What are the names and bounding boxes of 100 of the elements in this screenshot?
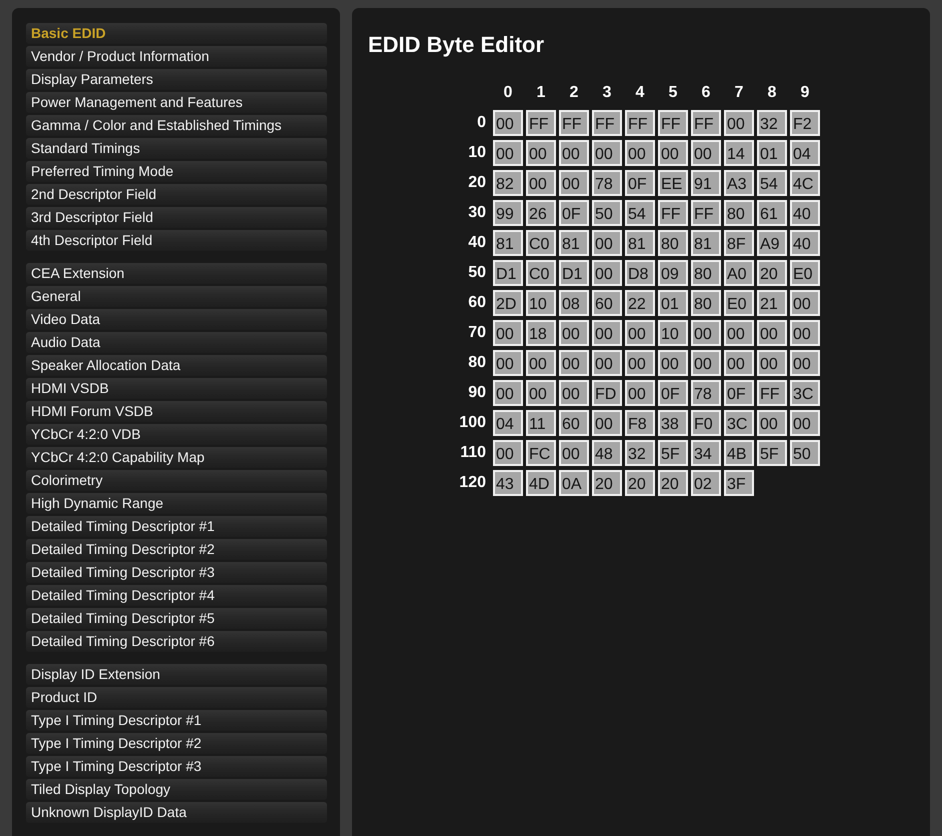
byte-field[interactable]: D1 — [493, 260, 523, 286]
byte-field[interactable]: 32 — [625, 440, 655, 466]
byte-field[interactable]: 18 — [526, 320, 556, 346]
sidebar-item[interactable]: YCbCr 4:2:0 VDB — [26, 424, 327, 445]
sidebar-item[interactable]: High Dynamic Range — [26, 493, 327, 514]
sidebar-item[interactable]: Detailed Timing Descriptor #1 — [26, 516, 327, 537]
byte-field[interactable]: 61 — [757, 200, 787, 226]
byte-field[interactable]: 01 — [658, 290, 688, 316]
sidebar-item[interactable]: Detailed Timing Descriptor #5 — [26, 608, 327, 629]
byte-field[interactable]: 0F — [559, 200, 589, 226]
byte-field[interactable]: 20 — [625, 470, 655, 496]
sidebar-item[interactable]: General — [26, 286, 327, 307]
byte-field[interactable]: 00 — [757, 410, 787, 436]
byte-field[interactable]: 00 — [658, 140, 688, 166]
byte-field[interactable]: 00 — [592, 410, 622, 436]
byte-field[interactable]: 00 — [526, 380, 556, 406]
byte-field[interactable]: 08 — [559, 290, 589, 316]
byte-field[interactable]: A9 — [757, 230, 787, 256]
sidebar-item[interactable]: Gamma / Color and Established Timings — [26, 115, 327, 136]
byte-field[interactable]: FF — [592, 110, 622, 136]
byte-field[interactable]: 50 — [790, 440, 820, 466]
byte-field[interactable]: 5F — [757, 440, 787, 466]
byte-field[interactable]: 82 — [493, 170, 523, 196]
byte-field[interactable]: A3 — [724, 170, 754, 196]
sidebar-item[interactable]: Video Data — [26, 309, 327, 330]
byte-field[interactable]: 00 — [757, 350, 787, 376]
byte-field[interactable]: D1 — [559, 260, 589, 286]
byte-field[interactable]: 54 — [757, 170, 787, 196]
byte-field[interactable]: 00 — [526, 350, 556, 376]
byte-field[interactable]: 21 — [757, 290, 787, 316]
byte-field[interactable]: 00 — [493, 320, 523, 346]
byte-field[interactable]: 26 — [526, 200, 556, 226]
byte-field[interactable]: FF — [526, 110, 556, 136]
byte-field[interactable]: 3C — [724, 410, 754, 436]
sidebar-item[interactable]: Vendor / Product Information — [26, 46, 327, 67]
byte-field[interactable]: 00 — [625, 380, 655, 406]
sidebar-item[interactable]: Detailed Timing Descriptor #6 — [26, 631, 327, 652]
byte-field[interactable]: 04 — [790, 140, 820, 166]
byte-field[interactable]: 40 — [790, 230, 820, 256]
byte-field[interactable]: FF — [757, 380, 787, 406]
byte-field[interactable]: 00 — [559, 380, 589, 406]
byte-field[interactable]: D8 — [625, 260, 655, 286]
byte-field[interactable]: 32 — [757, 110, 787, 136]
sidebar-item[interactable]: Detailed Timing Descriptor #2 — [26, 539, 327, 560]
sidebar-item[interactable]: Type I Timing Descriptor #2 — [26, 733, 327, 754]
byte-field[interactable]: 00 — [724, 320, 754, 346]
sidebar-item[interactable]: CEA Extension — [26, 263, 327, 284]
byte-field[interactable]: 00 — [625, 140, 655, 166]
byte-field[interactable]: 10 — [658, 320, 688, 346]
byte-field[interactable]: 10 — [526, 290, 556, 316]
byte-field[interactable]: 00 — [592, 230, 622, 256]
byte-field[interactable]: 0A — [559, 470, 589, 496]
byte-field[interactable]: 80 — [691, 260, 721, 286]
sidebar-item[interactable]: Detailed Timing Descriptor #4 — [26, 585, 327, 606]
sidebar-item[interactable]: Basic EDID — [26, 23, 327, 44]
byte-field[interactable]: 34 — [691, 440, 721, 466]
byte-field[interactable]: FF — [625, 110, 655, 136]
byte-field[interactable]: 60 — [592, 290, 622, 316]
byte-field[interactable]: 91 — [691, 170, 721, 196]
byte-field[interactable]: 00 — [691, 320, 721, 346]
byte-field[interactable]: 00 — [625, 320, 655, 346]
sidebar-item[interactable]: Tiled Display Topology — [26, 779, 327, 800]
byte-field[interactable]: 00 — [592, 260, 622, 286]
sidebar-item[interactable]: Unknown DisplayID Data — [26, 802, 327, 823]
byte-field[interactable]: 54 — [625, 200, 655, 226]
byte-field[interactable]: FF — [691, 110, 721, 136]
byte-field[interactable]: 0F — [625, 170, 655, 196]
byte-field[interactable]: C0 — [526, 260, 556, 286]
byte-field[interactable]: 81 — [625, 230, 655, 256]
byte-field[interactable]: 00 — [493, 440, 523, 466]
byte-field[interactable]: FF — [658, 110, 688, 136]
byte-field[interactable]: 3C — [790, 380, 820, 406]
sidebar-item[interactable]: Type I Timing Descriptor #1 — [26, 710, 327, 731]
byte-field[interactable]: 09 — [658, 260, 688, 286]
byte-field[interactable]: 81 — [493, 230, 523, 256]
byte-field[interactable]: 00 — [658, 350, 688, 376]
byte-field[interactable]: FC — [526, 440, 556, 466]
byte-field[interactable]: 04 — [493, 410, 523, 436]
byte-field[interactable]: 00 — [592, 140, 622, 166]
sidebar-item[interactable]: Preferred Timing Mode — [26, 161, 327, 182]
byte-field[interactable]: 00 — [592, 350, 622, 376]
sidebar-item[interactable]: YCbCr 4:2:0 Capability Map — [26, 447, 327, 468]
byte-field[interactable]: 00 — [493, 380, 523, 406]
byte-field[interactable]: 00 — [493, 140, 523, 166]
byte-field[interactable]: 00 — [559, 350, 589, 376]
sidebar-item[interactable]: Type I Timing Descriptor #3 — [26, 756, 327, 777]
byte-field[interactable]: 00 — [724, 110, 754, 136]
sidebar-item[interactable]: Standard Timings — [26, 138, 327, 159]
byte-field[interactable]: 81 — [559, 230, 589, 256]
byte-field[interactable]: 80 — [658, 230, 688, 256]
byte-field[interactable]: 00 — [790, 290, 820, 316]
byte-field[interactable]: 00 — [790, 350, 820, 376]
sidebar-item[interactable]: Display Parameters — [26, 69, 327, 90]
sidebar-item[interactable]: HDMI Forum VSDB — [26, 401, 327, 422]
byte-field[interactable]: 60 — [559, 410, 589, 436]
byte-field[interactable]: F2 — [790, 110, 820, 136]
byte-field[interactable]: FD — [592, 380, 622, 406]
sidebar-item[interactable]: Detailed Timing Descriptor #3 — [26, 562, 327, 583]
byte-field[interactable]: 14 — [724, 140, 754, 166]
byte-field[interactable]: 50 — [592, 200, 622, 226]
